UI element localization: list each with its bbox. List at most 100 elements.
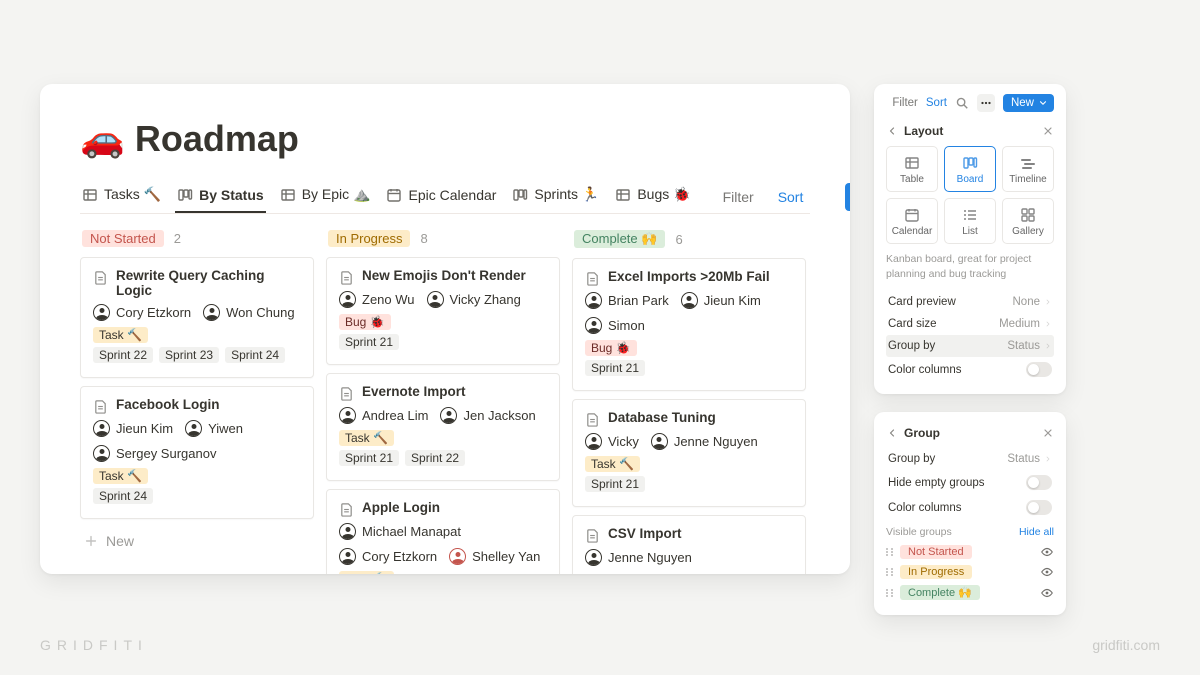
view-by-status[interactable]: By Status <box>175 181 266 213</box>
assignee-name: Jieun Kim <box>704 293 761 308</box>
property-row[interactable]: Hide empty groups <box>886 470 1054 495</box>
card-title: Evernote Import <box>339 384 547 401</box>
close-icon[interactable] <box>1042 125 1054 137</box>
new-button[interactable]: New <box>845 183 850 211</box>
layout-option-timeline[interactable]: Timeline <box>1002 146 1054 192</box>
group-panel-title: Group <box>904 426 1036 440</box>
assignee-name: Zeno Wu <box>362 292 415 307</box>
more-options-button[interactable] <box>977 94 995 112</box>
property-row[interactable]: Card previewNone <box>886 291 1054 313</box>
drag-handle-icon[interactable] <box>886 568 894 576</box>
toggle-switch[interactable] <box>1026 362 1052 377</box>
assignee: Zeno Wu <box>339 291 415 308</box>
property-row[interactable]: Color columns <box>886 357 1054 382</box>
assignee: Jenne Nguyen <box>585 549 692 566</box>
assignee-name: Andrea Lim <box>362 408 428 423</box>
card-title: Database Tuning <box>585 410 793 427</box>
view-by-epic[interactable]: By Epic ⛰️ <box>278 180 373 213</box>
layout-panel-header: Layout <box>886 120 1054 146</box>
table-icon <box>280 187 296 203</box>
property-row[interactable]: Group byStatus <box>886 335 1054 357</box>
assignees: Vicky Jenne Nguyen <box>585 433 793 450</box>
column-header[interactable]: Not Started 2 <box>82 230 314 247</box>
panel-filter-button[interactable]: Filter <box>892 97 918 109</box>
avatar-icon <box>339 407 356 424</box>
board-card[interactable]: CSV Import Jenne Nguyen Shirley MiaoTask… <box>572 515 806 574</box>
layout-options-grid: Table Board Timeline Calendar List Galle… <box>886 146 1054 244</box>
hide-all-button[interactable]: Hide all <box>1019 526 1054 538</box>
close-icon[interactable] <box>1042 427 1054 439</box>
type-tag: Task 🔨 <box>339 571 394 574</box>
board-card[interactable]: Database Tuning Vicky Jenne NguyenTask 🔨… <box>572 399 806 507</box>
column-count: 6 <box>675 232 682 247</box>
property-label: Group by <box>888 340 935 352</box>
type-tag: Bug 🐞 <box>339 314 391 330</box>
layout-option-calendar[interactable]: Calendar <box>886 198 938 244</box>
sort-button[interactable]: Sort <box>772 185 810 209</box>
column-header[interactable]: In Progress 8 <box>328 230 560 247</box>
assignee-name: Vicky Zhang <box>450 292 521 307</box>
page-title: 🚗 Roadmap <box>80 118 810 160</box>
layout-panel: Filter Sort New Layout Table Board Timel… <box>874 84 1066 394</box>
assignee: Andrea Lim <box>339 407 428 424</box>
panel-sort-button[interactable]: Sort <box>926 97 947 109</box>
add-card-button[interactable]: New <box>80 527 314 555</box>
view-tab-label: By Status <box>199 187 264 203</box>
sprint-tag: Sprint 23 <box>159 347 219 363</box>
layout-option-label: List <box>962 226 978 237</box>
visibility-toggle-icon[interactable] <box>1040 565 1054 579</box>
sprint-tag: Sprint 21 <box>339 334 399 350</box>
toggle-switch[interactable] <box>1026 475 1052 490</box>
column-status-pill: In Progress <box>328 230 410 247</box>
group-panel: Group Group byStatus Hide empty groups C… <box>874 412 1066 615</box>
plus-icon <box>84 534 98 548</box>
visible-group-row[interactable]: Complete 🙌 <box>886 582 1054 603</box>
drag-handle-icon[interactable] <box>886 589 894 597</box>
visible-group-row[interactable]: In Progress <box>886 562 1054 582</box>
search-icon[interactable] <box>955 96 969 110</box>
assignee-name: Won Chung <box>226 305 294 320</box>
board-card[interactable]: Apple Login Michael Manapat Cory Etzkorn… <box>326 489 560 574</box>
layout-option-table[interactable]: Table <box>886 146 938 192</box>
panel-new-button[interactable]: New <box>1003 94 1054 112</box>
property-row[interactable]: Group byStatus <box>886 448 1054 470</box>
page-icon <box>339 270 354 285</box>
view-sprints[interactable]: Sprints 🏃 <box>510 180 601 213</box>
column-status-pill: Not Started <box>82 230 164 247</box>
view-tab-label: Sprints 🏃 <box>534 186 599 203</box>
card-title: Rewrite Query Caching Logic <box>93 268 301 298</box>
layout-option-gallery[interactable]: Gallery <box>1002 198 1054 244</box>
drag-handle-icon[interactable] <box>886 548 894 556</box>
card-title: New Emojis Don't Render <box>339 268 547 285</box>
layout-option-list[interactable]: List <box>944 198 996 244</box>
back-arrow-icon[interactable] <box>886 125 898 137</box>
assignee: Vicky Zhang <box>427 291 521 308</box>
group-pill: Not Started <box>900 545 972 559</box>
back-arrow-icon[interactable] <box>886 427 898 439</box>
filter-button[interactable]: Filter <box>717 185 760 209</box>
board-card[interactable]: New Emojis Don't Render Zeno Wu Vicky Zh… <box>326 257 560 365</box>
board-card[interactable]: Evernote Import Andrea Lim Jen JacksonTa… <box>326 373 560 481</box>
toggle-switch[interactable] <box>1026 500 1052 515</box>
board-card[interactable]: Excel Imports >20Mb Fail Brian Park Jieu… <box>572 258 806 391</box>
board-card[interactable]: Rewrite Query Caching Logic Cory Etzkorn… <box>80 257 314 378</box>
assignee: Sergey Surganov <box>93 445 216 462</box>
view-tasks[interactable]: Tasks 🔨 <box>80 180 163 213</box>
column-header[interactable]: Complete 🙌 6 <box>574 230 806 248</box>
property-row[interactable]: Color columns <box>886 495 1054 520</box>
visibility-toggle-icon[interactable] <box>1040 586 1054 600</box>
assignee-name: Vicky <box>608 434 639 449</box>
visibility-toggle-icon[interactable] <box>1040 545 1054 559</box>
watermark-right: gridfiti.com <box>1092 637 1160 653</box>
visible-group-row[interactable]: Not Started <box>886 542 1054 562</box>
layout-option-board[interactable]: Board <box>944 146 996 192</box>
property-row[interactable]: Card sizeMedium <box>886 313 1054 335</box>
page-icon <box>585 271 600 286</box>
avatar-icon <box>449 548 466 565</box>
view-epic-calendar[interactable]: Epic Calendar <box>384 181 498 213</box>
views-tabs: Tasks 🔨 By Status By Epic ⛰️ Epic Calend… <box>80 180 810 214</box>
board-card[interactable]: Facebook Login Jieun Kim Yiwen Sergey Su… <box>80 386 314 519</box>
assignee-name: Jenne Nguyen <box>674 434 758 449</box>
side-panels: Filter Sort New Layout Table Board Timel… <box>874 84 1066 615</box>
view-bugs[interactable]: Bugs 🐞 <box>613 180 692 213</box>
